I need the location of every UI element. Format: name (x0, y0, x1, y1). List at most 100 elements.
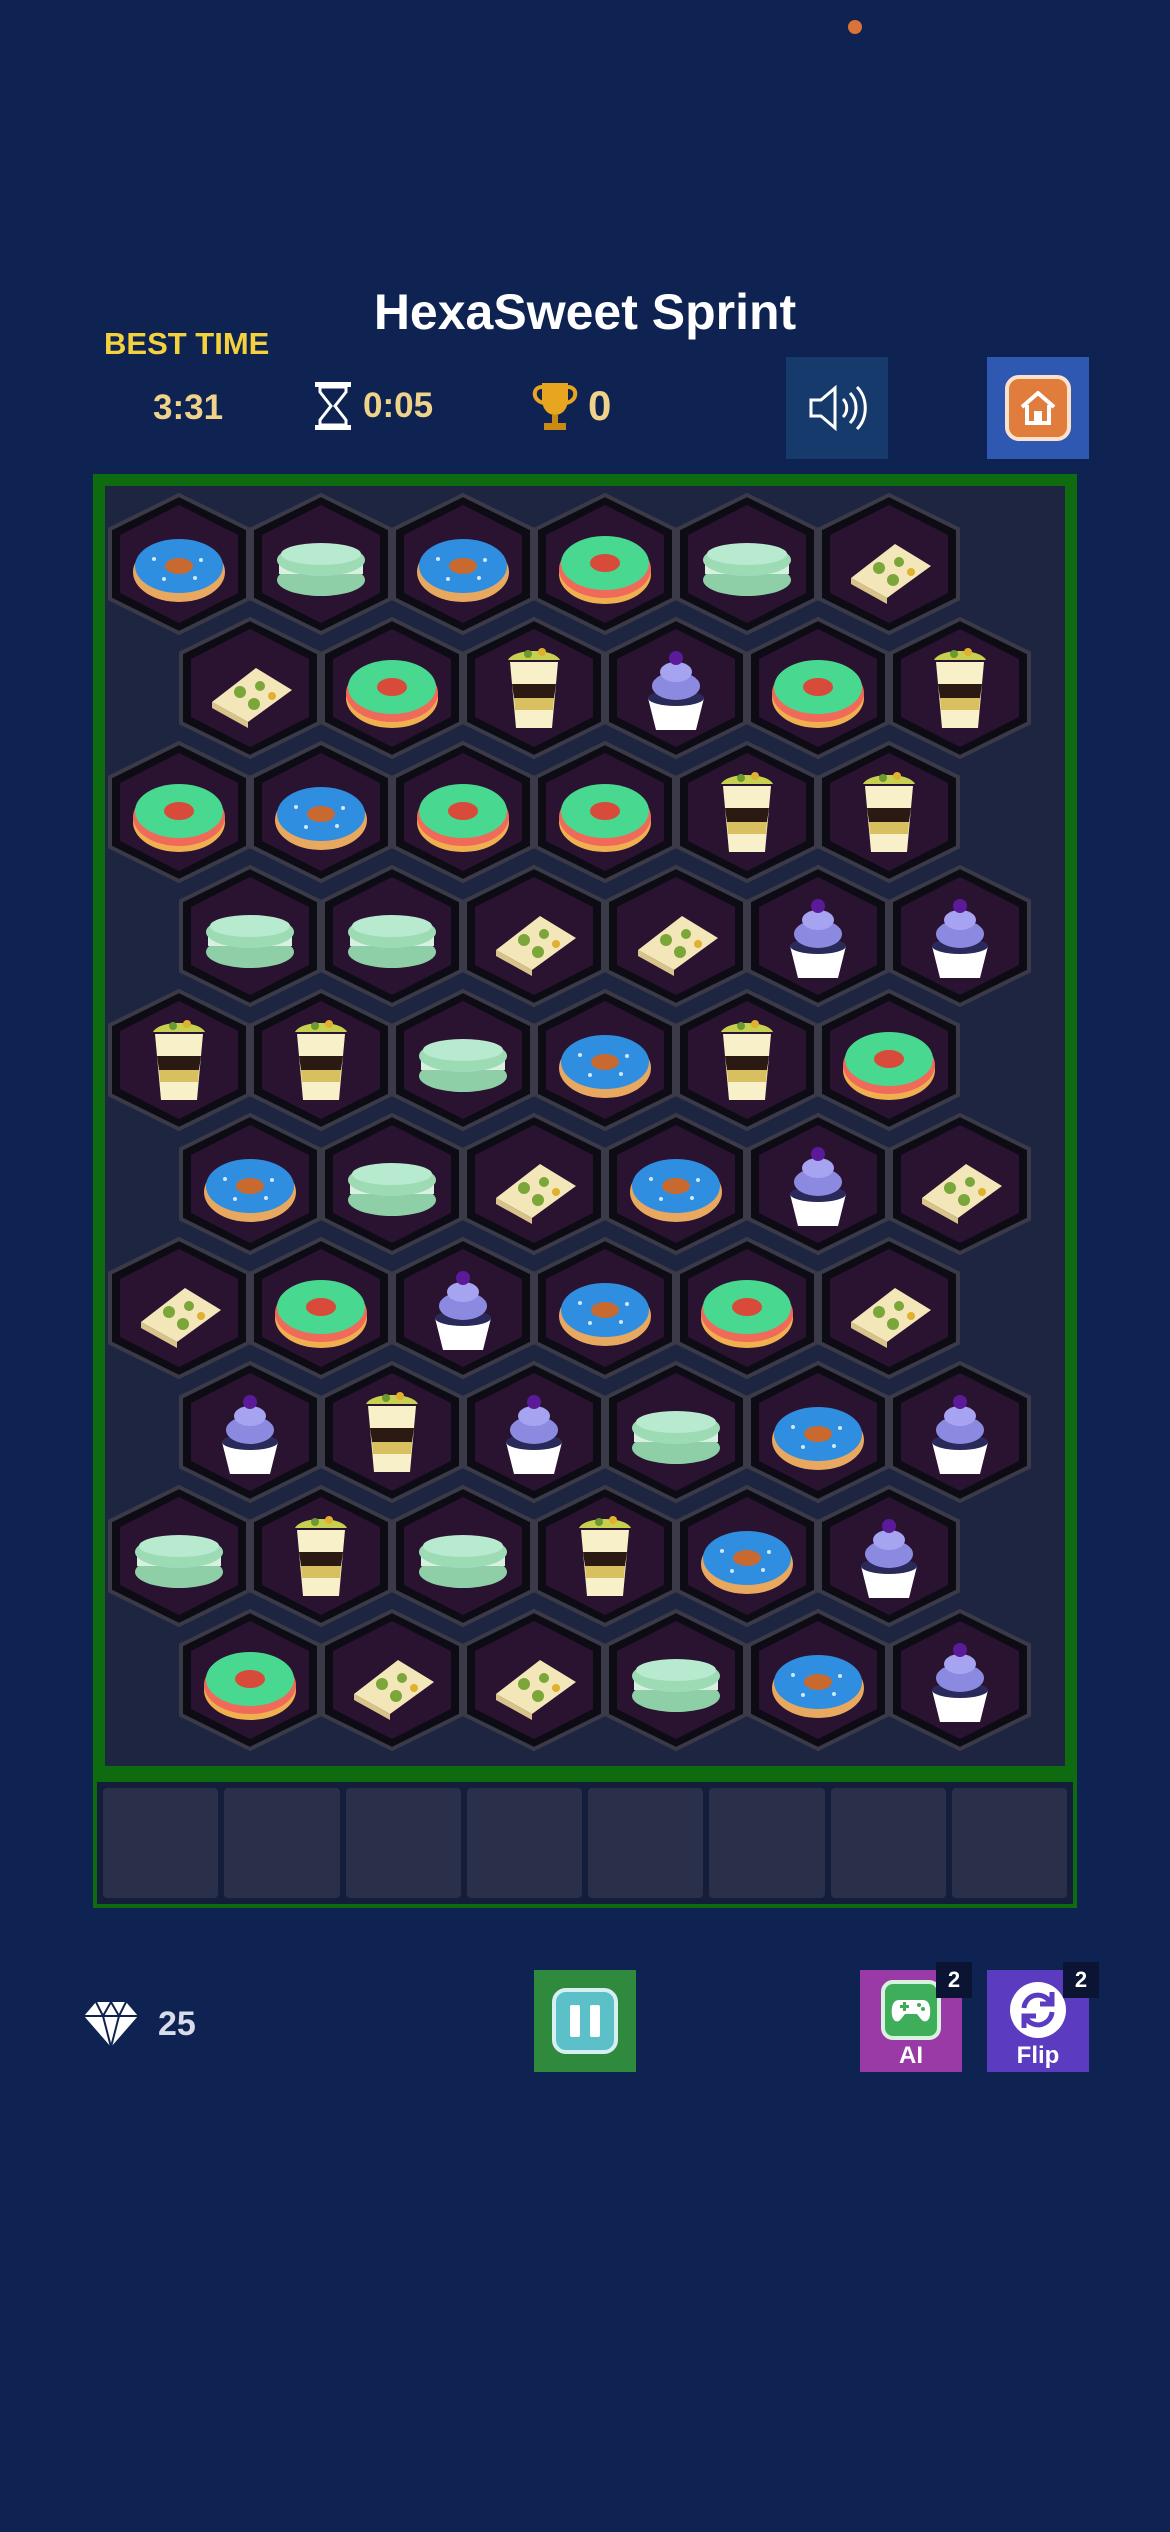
board-tile[interactable] (672, 988, 822, 1132)
board-tile[interactable] (601, 1608, 751, 1752)
donut-blue-icon (559, 1035, 651, 1098)
board-tile[interactable] (246, 1484, 396, 1628)
board-tile[interactable] (175, 1608, 325, 1752)
board-tile[interactable] (743, 1360, 893, 1504)
pause-button[interactable] (534, 1970, 636, 2072)
board-tile[interactable] (672, 492, 822, 636)
board-tile[interactable] (105, 988, 254, 1132)
board-tile[interactable] (105, 740, 254, 884)
donut-blue-icon (204, 1159, 296, 1222)
parfait-icon (934, 648, 986, 728)
home-button[interactable] (987, 357, 1089, 459)
board-tile[interactable] (459, 1608, 609, 1752)
board-tile[interactable] (601, 864, 751, 1008)
board-tile[interactable] (530, 988, 680, 1132)
board-tile[interactable] (459, 1112, 609, 1256)
board-tile[interactable] (459, 864, 609, 1008)
tray-slot (709, 1788, 825, 1898)
tray-slot (103, 1788, 219, 1898)
pause-bar-left (570, 2005, 580, 2037)
board-tile[interactable] (459, 616, 609, 760)
board-tile[interactable] (317, 1608, 467, 1752)
board-tile[interactable] (743, 1112, 893, 1256)
donut-green-icon (133, 784, 225, 852)
donut-blue-icon (133, 539, 225, 602)
ai-label: AI (899, 2042, 923, 2069)
board-tile[interactable] (246, 492, 396, 636)
speaker-icon (809, 384, 867, 432)
flip-label: Flip (1016, 2042, 1060, 2069)
board-tile[interactable] (885, 1112, 1035, 1256)
board-tile[interactable] (317, 616, 467, 760)
board-tile[interactable] (175, 1112, 325, 1256)
board-tile[interactable] (885, 1608, 1035, 1752)
donut-green-icon (843, 1032, 935, 1100)
board-tile[interactable] (530, 1236, 680, 1380)
board-tile[interactable] (814, 988, 964, 1132)
board-tile[interactable] (175, 864, 325, 1008)
donut-blue-icon (559, 1283, 651, 1346)
board-tile[interactable] (105, 1484, 254, 1628)
board-tile[interactable] (601, 1112, 751, 1256)
sound-toggle-button[interactable] (786, 357, 888, 459)
flip-powerup-button[interactable]: Flip 2 (987, 1962, 1099, 2072)
parfait-icon (579, 1516, 631, 1596)
donut-blue-icon (630, 1159, 722, 1222)
ai-powerup-button[interactable]: AI 2 (860, 1962, 972, 2072)
board-tile[interactable] (388, 1236, 538, 1380)
parfait-icon (366, 1392, 418, 1472)
board-tile[interactable] (246, 740, 396, 884)
board-tile[interactable] (388, 988, 538, 1132)
pause-bar-right (590, 2005, 600, 2037)
home-icon-frame (1005, 375, 1071, 441)
best-time-value: 3:31 (153, 388, 224, 427)
board-tile[interactable] (317, 1112, 467, 1256)
board-tile[interactable] (317, 1360, 467, 1504)
board-tile[interactable] (317, 864, 467, 1008)
board-tile[interactable] (388, 492, 538, 636)
tray-slot (830, 1788, 946, 1898)
board-tile[interactable] (601, 616, 751, 760)
board-tile[interactable] (388, 1484, 538, 1628)
board-tile[interactable] (175, 616, 325, 760)
board-tile[interactable] (530, 1484, 680, 1628)
board-tile[interactable] (885, 1360, 1035, 1504)
board-tile[interactable] (672, 740, 822, 884)
board-tile[interactable] (743, 1608, 893, 1752)
board-tile[interactable] (814, 492, 964, 636)
board-tile[interactable] (885, 616, 1035, 760)
board-tile[interactable] (885, 864, 1035, 1008)
diamond-icon (84, 1999, 138, 2048)
donut-green-icon (417, 784, 509, 852)
board-tile[interactable] (743, 864, 893, 1008)
board-tile[interactable] (530, 740, 680, 884)
board-tile[interactable] (743, 616, 893, 760)
parfait-icon (721, 1020, 773, 1100)
best-time-label: BEST TIME (104, 326, 270, 361)
board-tile[interactable] (814, 740, 964, 884)
board-tile[interactable] (105, 492, 254, 636)
collection-tray (93, 1778, 1077, 1908)
tray-slot (588, 1788, 704, 1898)
tray-slot (224, 1788, 340, 1898)
board-tile[interactable] (246, 988, 396, 1132)
pause-icon (552, 1988, 618, 2054)
board-tile[interactable] (814, 1484, 964, 1628)
parfait-icon (295, 1516, 347, 1596)
parfait-icon (508, 648, 560, 728)
board-tile[interactable] (388, 740, 538, 884)
board-tile[interactable] (246, 1236, 396, 1380)
board-tile[interactable] (105, 1236, 254, 1380)
gem-count: 25 (158, 2004, 196, 2043)
donut-green-icon (772, 660, 864, 728)
flip-count-badge: 2 (1063, 1962, 1099, 1998)
board-tile[interactable] (530, 492, 680, 636)
status-dot (848, 20, 862, 34)
board-tile[interactable] (459, 1360, 609, 1504)
board-tile[interactable] (175, 1360, 325, 1504)
donut-green-icon (275, 1280, 367, 1348)
board-tile[interactable] (672, 1484, 822, 1628)
board-tile[interactable] (814, 1236, 964, 1380)
board-tile[interactable] (601, 1360, 751, 1504)
board-tile[interactable] (672, 1236, 822, 1380)
